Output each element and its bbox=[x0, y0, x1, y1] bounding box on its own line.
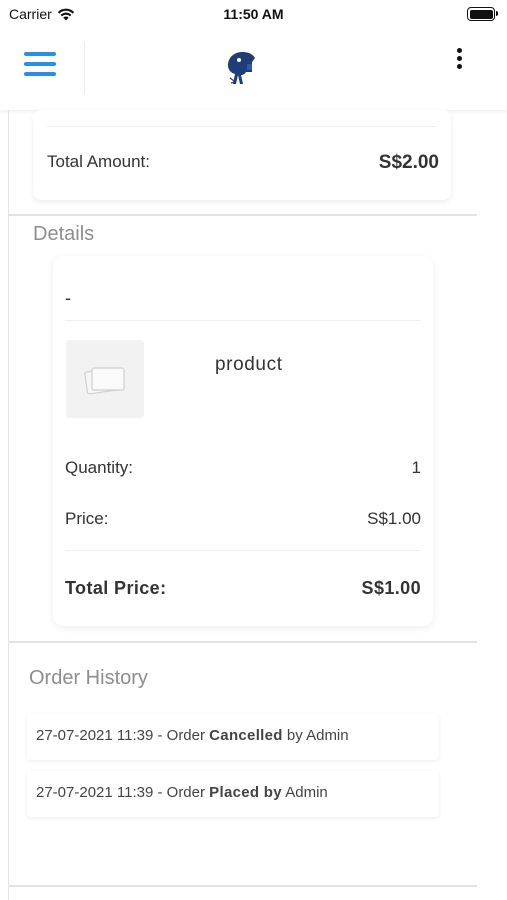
order-details-content[interactable]: Total Amount: S$2.00 Details - product Q… bbox=[8, 110, 477, 900]
total-price-value: S$1.00 bbox=[361, 578, 421, 598]
section-divider bbox=[9, 885, 477, 887]
section-divider bbox=[9, 214, 477, 216]
order-item-card: - product Quantity: 1 Price: S$1.00 Tota… bbox=[53, 256, 433, 626]
item-header: - bbox=[65, 288, 71, 308]
history-entry: 27-07-2021 11:39 - Order Placed by Admin bbox=[27, 771, 439, 817]
order-history-title: Order History bbox=[29, 667, 148, 689]
status-bar: Carrier 11:50 AM bbox=[0, 0, 507, 30]
history-entry-text: by bbox=[282, 727, 307, 744]
price-value: S$1.00 bbox=[367, 509, 421, 528]
battery-icon bbox=[467, 7, 498, 21]
order-summary-card: Total Amount: S$2.00 bbox=[33, 110, 451, 200]
quantity-label: Quantity: bbox=[65, 458, 134, 477]
total-amount-value: S$2.00 bbox=[378, 152, 439, 173]
quantity-value: 1 bbox=[411, 458, 421, 477]
history-entry: 27-07-2021 11:39 - Order Cancelled by Ad… bbox=[27, 714, 439, 760]
history-entry-status: Placed by bbox=[209, 784, 282, 801]
header-divider bbox=[84, 42, 85, 94]
status-time: 11:50 AM bbox=[223, 6, 284, 22]
history-entry-status: Cancelled bbox=[209, 727, 283, 744]
product-name: product bbox=[215, 354, 283, 375]
product-image bbox=[66, 340, 144, 418]
history-entry-actor: Admin bbox=[306, 727, 349, 744]
app-header bbox=[0, 30, 507, 110]
price-label: Price: bbox=[65, 509, 109, 528]
total-price-label: Total Price: bbox=[65, 578, 167, 598]
section-divider bbox=[9, 641, 477, 643]
image-placeholder-icon bbox=[84, 367, 125, 395]
history-entry-text: 27-07-2021 11:39 - Order bbox=[36, 784, 210, 801]
history-entry-text: 27-07-2021 11:39 - Order bbox=[36, 727, 210, 744]
more-vertical-icon[interactable] bbox=[451, 48, 467, 76]
hamburger-menu-icon[interactable] bbox=[24, 52, 56, 84]
details-section-title: Details bbox=[33, 223, 95, 245]
brand-logo-icon[interactable] bbox=[222, 48, 260, 88]
history-entry-actor: Admin bbox=[285, 784, 328, 801]
total-amount-label: Total Amount: bbox=[47, 152, 151, 171]
